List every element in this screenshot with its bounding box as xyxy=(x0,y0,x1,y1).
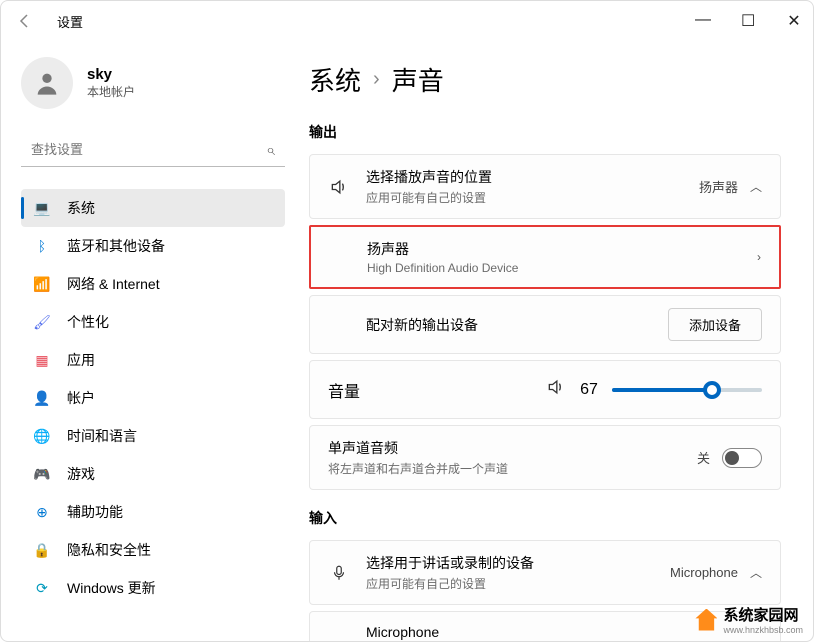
mono-sub: 将左声道和右声道合并成一个声道 xyxy=(328,460,681,477)
nav-label: 隐私和安全性 xyxy=(67,540,151,560)
sidebar-item-3[interactable]: 🖌 个性化 xyxy=(21,303,285,341)
avatar xyxy=(21,57,73,109)
input-choose-card[interactable]: 选择用于讲话或录制的设备 应用可能有自己的设置 Microphone ︿ xyxy=(309,540,781,605)
output-section-label: 输出 xyxy=(309,122,781,142)
nav-icon: 💻 xyxy=(33,199,51,217)
nav-icon: 🔒 xyxy=(33,541,51,559)
nav-icon: ⊕ xyxy=(33,503,51,521)
nav-icon: ▦ xyxy=(33,351,51,369)
output-choose-card[interactable]: 选择播放声音的位置 应用可能有自己的设置 扬声器 ︿ xyxy=(309,154,781,219)
house-icon xyxy=(695,609,717,631)
watermark-brand: 系统家园网 xyxy=(723,607,798,624)
output-choose-sub: 应用可能有自己的设置 xyxy=(366,189,683,206)
nav-label: 辅助功能 xyxy=(67,502,123,522)
mono-toggle[interactable] xyxy=(722,448,762,468)
input-choose-value: Microphone xyxy=(670,565,738,580)
window-controls: — ☐ ✕ xyxy=(695,11,801,31)
nav-label: 系统 xyxy=(67,198,95,218)
sidebar-item-9[interactable]: 🔒 隐私和安全性 xyxy=(21,531,285,569)
sidebar-item-1[interactable]: ᛒ 蓝牙和其他设备 xyxy=(21,227,285,265)
nav-icon: 👤 xyxy=(33,389,51,407)
user-account-type: 本地帐户 xyxy=(87,83,135,100)
user-name: sky xyxy=(87,66,135,83)
search-box[interactable]: ⌕ xyxy=(21,133,285,167)
content: 系统 › 声音 输出 选择播放声音的位置 应用可能有自己的设置 扬声器 ︿ xyxy=(301,41,813,641)
nav-icon: 🖌 xyxy=(33,313,51,331)
back-button[interactable] xyxy=(9,5,41,37)
sidebar-item-4[interactable]: ▦ 应用 xyxy=(21,341,285,379)
volume-label: 音量 xyxy=(328,378,368,402)
mic-icon xyxy=(328,564,350,582)
nav-label: 游戏 xyxy=(67,464,95,484)
sidebar-item-0[interactable]: 💻 系统 xyxy=(21,189,285,227)
mono-state: 关 xyxy=(697,448,710,467)
output-device-card[interactable]: 扬声器 High Definition Audio Device › xyxy=(309,225,781,289)
breadcrumb: 系统 › 声音 xyxy=(309,61,781,98)
watermark: 系统家园网 www.hnzkhbsb.com xyxy=(695,604,803,635)
breadcrumb-separator: › xyxy=(373,68,380,91)
mono-title: 单声道音频 xyxy=(328,438,681,458)
nav-icon: ᛒ xyxy=(33,237,51,255)
sidebar-item-10[interactable]: ⟳ Windows 更新 xyxy=(21,569,285,607)
titlebar: 设置 — ☐ ✕ xyxy=(1,1,813,41)
volume-card: 音量 67 xyxy=(309,360,781,419)
chevron-right-icon: › xyxy=(757,250,761,264)
nav-icon: 🌐 xyxy=(33,427,51,445)
pair-device-card: 配对新的输出设备 添加设备 xyxy=(309,295,781,354)
nav-label: 蓝牙和其他设备 xyxy=(67,236,165,256)
search-icon: ⌕ xyxy=(266,142,275,160)
volume-slider[interactable] xyxy=(612,388,762,392)
nav-icon: 📶 xyxy=(33,275,51,293)
output-device-title: 扬声器 xyxy=(367,239,741,259)
mono-card: 单声道音频 将左声道和右声道合并成一个声道 关 xyxy=(309,425,781,490)
input-choose-sub: 应用可能有自己的设置 xyxy=(366,575,654,592)
volume-icon[interactable] xyxy=(546,377,566,402)
nav-label: 帐户 xyxy=(67,388,95,408)
pair-title: 配对新的输出设备 xyxy=(366,315,652,335)
chevron-up-icon: ︿ xyxy=(750,178,762,195)
chevron-up-icon: ︿ xyxy=(750,564,762,581)
breadcrumb-current: 声音 xyxy=(392,61,444,98)
output-device-sub: High Definition Audio Device xyxy=(367,261,741,275)
user-block[interactable]: sky 本地帐户 xyxy=(21,57,285,109)
sidebar-item-8[interactable]: ⊕ 辅助功能 xyxy=(21,493,285,531)
input-choose-title: 选择用于讲话或录制的设备 xyxy=(366,553,654,573)
nav-label: 时间和语言 xyxy=(67,426,137,446)
search-input[interactable] xyxy=(21,133,285,167)
sidebar: sky 本地帐户 ⌕ 💻 系统 ᛒ 蓝牙和其他设备 📶 网络 & Internet 🖌 个性化… xyxy=(1,41,301,641)
sidebar-item-2[interactable]: 📶 网络 & Internet xyxy=(21,265,285,303)
app-title: 设置 xyxy=(57,12,83,31)
speaker-icon xyxy=(328,177,350,197)
sidebar-item-5[interactable]: 👤 帐户 xyxy=(21,379,285,417)
nav-label: Windows 更新 xyxy=(67,578,156,598)
output-choose-title: 选择播放声音的位置 xyxy=(366,167,683,187)
watermark-url: www.hnzkhbsb.com xyxy=(723,625,803,635)
nav-label: 个性化 xyxy=(67,312,109,332)
sidebar-item-6[interactable]: 🌐 时间和语言 xyxy=(21,417,285,455)
sidebar-item-7[interactable]: 🎮 游戏 xyxy=(21,455,285,493)
nav-list: 💻 系统 ᛒ 蓝牙和其他设备 📶 网络 & Internet 🖌 个性化 ▦ 应用 👤 帐户 🌐 时间和语… xyxy=(21,189,285,607)
nav-label: 网络 & Internet xyxy=(67,274,160,294)
output-choose-value: 扬声器 xyxy=(699,177,738,196)
nav-icon: ⟳ xyxy=(33,579,51,597)
nav-label: 应用 xyxy=(67,350,95,370)
nav-icon: 🎮 xyxy=(33,465,51,483)
breadcrumb-root[interactable]: 系统 xyxy=(309,61,361,98)
volume-value: 67 xyxy=(580,381,598,399)
minimize-button[interactable]: — xyxy=(695,11,709,31)
input-section-label: 输入 xyxy=(309,508,781,528)
close-button[interactable]: ✕ xyxy=(787,11,801,31)
maximize-button[interactable]: ☐ xyxy=(741,11,755,31)
add-device-button[interactable]: 添加设备 xyxy=(668,308,762,341)
